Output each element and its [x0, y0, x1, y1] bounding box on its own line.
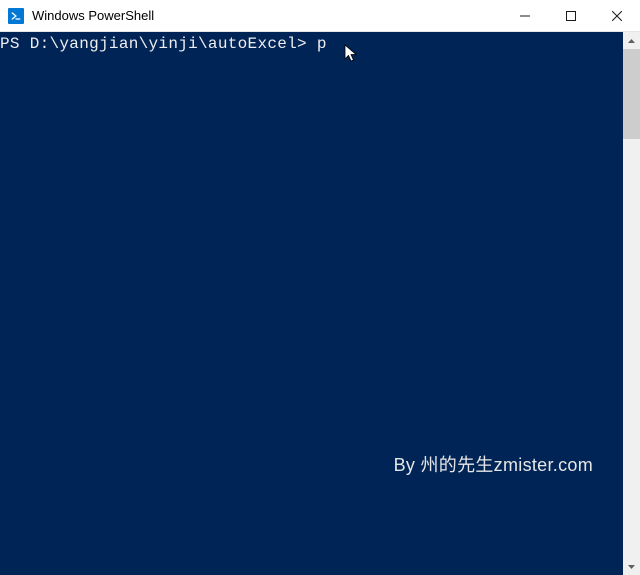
prompt-line: PS D:\yangjian\yinji\autoExcel> p [0, 34, 623, 54]
close-button[interactable] [594, 0, 640, 32]
window-controls [502, 0, 640, 32]
scroll-thumb[interactable] [623, 49, 640, 139]
scroll-up-button[interactable] [623, 32, 640, 49]
titlebar[interactable]: Windows PowerShell [0, 0, 640, 32]
powershell-icon [8, 8, 24, 24]
vertical-scrollbar[interactable] [623, 32, 640, 575]
window-title: Windows PowerShell [32, 0, 154, 32]
watermark-text: By 州的先生zmister.com [394, 455, 593, 475]
typed-input: p [317, 35, 327, 53]
scroll-down-button[interactable] [623, 558, 640, 575]
terminal[interactable]: PS D:\yangjian\yinji\autoExcel> p By 州的先… [0, 32, 623, 575]
powershell-window: Windows PowerShell PS D:\yangjian\yinji\… [0, 0, 640, 575]
maximize-button[interactable] [548, 0, 594, 32]
minimize-button[interactable] [502, 0, 548, 32]
prompt-text: PS D:\yangjian\yinji\autoExcel> [0, 35, 317, 53]
terminal-area: PS D:\yangjian\yinji\autoExcel> p By 州的先… [0, 32, 640, 575]
